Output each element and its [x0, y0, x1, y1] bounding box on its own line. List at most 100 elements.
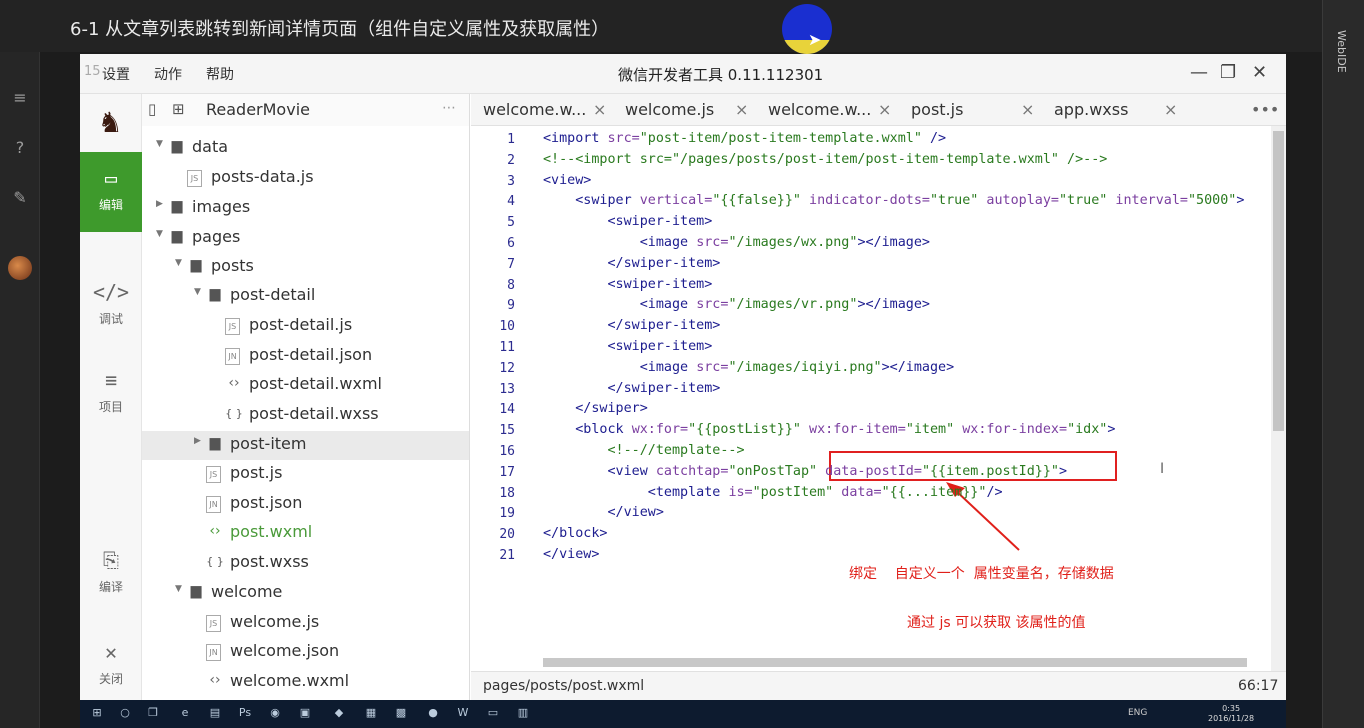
photoshop-icon[interactable]: Ps — [238, 706, 252, 720]
task-view-icon[interactable]: ❐ — [146, 706, 160, 720]
edge-browser-icon[interactable]: e — [178, 706, 192, 720]
tree-item[interactable]: ‹› post-detail.wxml — [142, 371, 469, 400]
chevron-down-icon[interactable]: ▼ — [175, 584, 182, 594]
code-line[interactable]: <!--//template--> — [543, 443, 744, 458]
pencil-icon[interactable]: ✎ — [10, 188, 30, 207]
tray-clock[interactable]: 0:35 2016/11/28 — [1208, 704, 1254, 724]
file-explorer-icon[interactable]: ▤ — [208, 706, 222, 720]
chevron-down-icon[interactable]: ▼ — [194, 287, 201, 297]
code-line[interactable]: <!--<import src="/pages/posts/post-item/… — [543, 152, 1107, 167]
tree-item[interactable]: ▼ ▆ post-detail — [142, 282, 469, 311]
chrome-icon[interactable]: ◉ — [268, 706, 282, 720]
code-line[interactable]: </swiper-item> — [543, 256, 720, 271]
code-line[interactable]: </view> — [543, 547, 599, 562]
tree-item[interactable]: JS posts-data.js — [142, 164, 469, 193]
tree-item[interactable]: JN welcome.json — [142, 638, 469, 667]
code-line[interactable]: <swiper-item> — [543, 214, 712, 229]
help-icon[interactable]: ? — [10, 138, 30, 157]
tree-item-label: welcome.wxml — [230, 671, 350, 690]
tree-item[interactable]: ▼ ▆ posts — [142, 253, 469, 282]
editor-tab[interactable]: welcome.w... × — [768, 100, 891, 119]
tree-item[interactable]: JS welcome.js — [142, 609, 469, 638]
chevron-down-icon[interactable]: ▼ — [156, 139, 163, 149]
minimize-icon[interactable]: — — [1190, 62, 1208, 83]
editor-tab[interactable]: post.js × — [911, 100, 1034, 119]
chevron-right-icon[interactable]: ▶ — [194, 436, 201, 446]
tree-item[interactable]: { } post-detail.wxss — [142, 401, 469, 430]
code-line[interactable]: </view> — [543, 505, 663, 520]
chevron-right-icon[interactable]: ▶ — [156, 199, 163, 209]
chevron-down-icon[interactable]: ▼ — [156, 229, 163, 239]
code-line[interactable]: </swiper> — [543, 401, 648, 416]
code-line[interactable]: <view> — [543, 173, 591, 188]
webide-label[interactable]: WebIDE — [1335, 30, 1348, 73]
activity-compile[interactable]: ⎘ 编译 — [80, 534, 142, 614]
tab-close-icon[interactable]: × — [878, 100, 891, 119]
code-line[interactable]: <import src="post-item/post-item-templat… — [543, 131, 946, 146]
code-line[interactable]: <swiper vertical="{{false}}" indicator-d… — [543, 193, 1244, 208]
search-icon[interactable]: ○ — [118, 706, 132, 720]
tab-close-icon[interactable]: × — [1021, 100, 1034, 119]
tree-item[interactable]: ‹› post.wxml — [142, 519, 469, 548]
code-line[interactable]: <image src="/images/vr.png"></image> — [543, 297, 930, 312]
activity-close[interactable]: ✕ 关闭 — [80, 626, 142, 706]
user-avatar[interactable] — [8, 256, 32, 280]
code-line[interactable]: <image src="/images/iqiyi.png"></image> — [543, 360, 954, 375]
activity-edit[interactable]: ▭ 编辑 — [80, 152, 142, 232]
close-window-icon[interactable]: ✕ — [1252, 62, 1267, 83]
menu-help[interactable]: 帮助 — [206, 64, 234, 84]
menu-settings[interactable]: 设置 — [102, 64, 130, 84]
record-icon[interactable]: ● — [426, 706, 440, 720]
windows-start-icon[interactable]: ⊞ — [90, 706, 104, 720]
tab-close-icon[interactable]: × — [735, 100, 748, 119]
wechat-devtools-taskbar-icon[interactable]: ▭ — [486, 706, 500, 720]
code-editor[interactable]: I 绑定 自定义一个 属性变量名，存储数据 通过 js 可以获取 该属性的值 1… — [471, 126, 1286, 671]
tree-item[interactable]: ▼ ▆ pages — [142, 224, 469, 253]
tree-item[interactable]: ▶ ▆ post-item — [142, 431, 469, 460]
tree-item[interactable]: ▶ ▆ images — [142, 194, 469, 223]
app-icon-4[interactable]: ▩ — [394, 706, 408, 720]
code-line[interactable]: </swiper-item> — [543, 318, 720, 333]
code-line[interactable]: <swiper-item> — [543, 277, 712, 292]
code-line[interactable]: <image src="/images/wx.png"></image> — [543, 235, 930, 250]
chevron-down-icon[interactable]: ▼ — [175, 258, 182, 268]
maximize-icon[interactable]: ❐ — [1220, 62, 1236, 83]
tree-item[interactable]: JN post.json — [142, 490, 469, 519]
vertical-scrollbar[interactable] — [1271, 126, 1286, 671]
activity-debug[interactable]: </> 调试 — [80, 266, 142, 346]
ghost-text: 15 — [84, 64, 101, 79]
tree-item[interactable]: { } post.wxss — [142, 549, 469, 578]
code-line[interactable]: <view catchtap="onPostTap" data-postId="… — [543, 464, 1067, 479]
tab-close-icon[interactable]: × — [593, 100, 606, 119]
tree-item[interactable]: ▼ ▆ welcome — [142, 579, 469, 608]
menu-actions[interactable]: 动作 — [154, 64, 182, 84]
code-line[interactable]: <swiper-item> — [543, 339, 712, 354]
editor-tab[interactable]: welcome.js × — [625, 100, 748, 119]
notepad-icon[interactable]: ▥ — [516, 706, 530, 720]
app-icon-3[interactable]: ▦ — [364, 706, 378, 720]
activity-project[interactable]: ≡ 项目 — [80, 354, 142, 434]
horizontal-scrollbar[interactable] — [543, 658, 1247, 667]
tab-close-icon[interactable]: × — [1164, 100, 1177, 119]
tree-item[interactable]: ▼ ▆ data — [142, 134, 469, 163]
editor-tab[interactable]: app.wxss × — [1054, 100, 1177, 119]
app-icon-1[interactable]: ▣ — [298, 706, 312, 720]
phone-icon[interactable]: ▯ — [148, 100, 156, 118]
tree-item[interactable]: JS post-detail.js — [142, 312, 469, 341]
tree-item[interactable]: ‹› welcome.wxml — [142, 668, 469, 697]
more-options-icon[interactable]: ⋯ — [442, 100, 456, 116]
tree-item[interactable]: JN post-detail.json — [142, 342, 469, 371]
code-line[interactable]: </block> — [543, 526, 608, 541]
editor-tab[interactable]: welcome.w... × — [483, 100, 606, 119]
tabs-more-icon[interactable]: ••• — [1251, 100, 1279, 119]
tree-item[interactable]: JS post.js — [142, 460, 469, 489]
word-icon[interactable]: W — [456, 706, 470, 720]
code-line[interactable]: <template is="postItem" data="{{...item}… — [543, 485, 1003, 500]
menu-icon[interactable]: ≡ — [10, 88, 30, 107]
app-icon-2[interactable]: ◆ — [332, 706, 346, 720]
vertical-scroll-thumb[interactable] — [1273, 131, 1284, 431]
code-line[interactable]: </swiper-item> — [543, 381, 720, 396]
code-line[interactable]: <block wx:for="{{postList}}" wx:for-item… — [543, 422, 1115, 437]
tree-view-icon[interactable]: ⊞ — [172, 100, 185, 118]
tray-language[interactable]: ENG — [1128, 708, 1147, 718]
